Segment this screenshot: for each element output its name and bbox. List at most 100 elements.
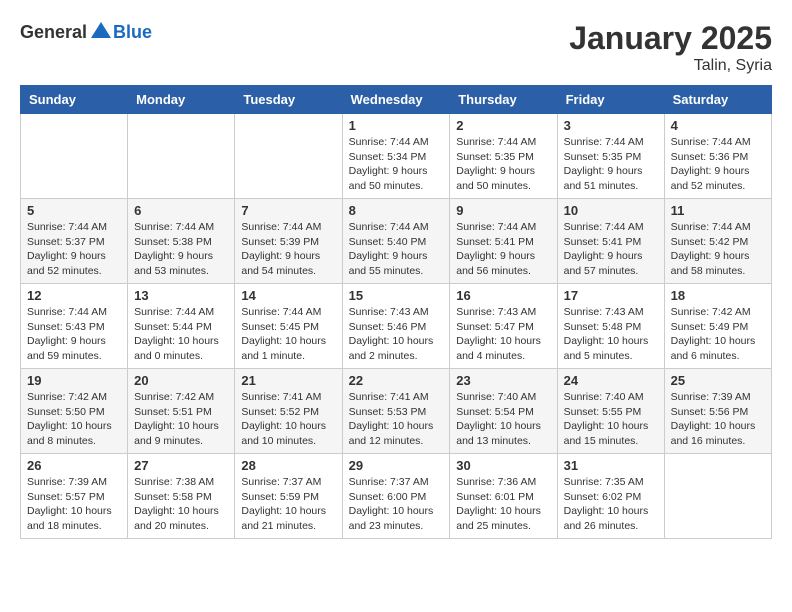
day-info: Sunrise: 7:41 AM Sunset: 5:53 PM Dayligh…: [349, 390, 444, 449]
day-info: Sunrise: 7:44 AM Sunset: 5:34 PM Dayligh…: [349, 135, 444, 194]
day-info: Sunrise: 7:44 AM Sunset: 5:35 PM Dayligh…: [564, 135, 658, 194]
calendar-cell: 23 Sunrise: 7:40 AM Sunset: 5:54 PM Dayli…: [450, 369, 557, 454]
day-number: 10: [564, 203, 658, 218]
day-number: 25: [671, 373, 765, 388]
calendar-cell: 1 Sunrise: 7:44 AM Sunset: 5:34 PM Daylig…: [342, 114, 450, 199]
week-row-4: 19Sunrise: 7:42 AM Sunset: 5:50 PM Dayli…: [21, 369, 772, 454]
calendar-cell: [235, 114, 342, 199]
day-number: 24: [564, 373, 658, 388]
weekday-header-monday: Monday: [128, 86, 235, 114]
calendar-table: SundayMondayTuesdayWednesdayThursdayFrid…: [20, 85, 772, 539]
calendar-cell: 27 Sunrise: 7:38 AM Sunset: 5:58 PM Dayli…: [128, 454, 235, 539]
weekday-header-sunday: Sunday: [21, 86, 128, 114]
calendar-cell: 30 Sunrise: 7:36 AM Sunset: 6:01 PM Dayli…: [450, 454, 557, 539]
day-number: 6: [134, 203, 228, 218]
calendar-cell: 7 Sunrise: 7:44 AM Sunset: 5:39 PM Daylig…: [235, 199, 342, 284]
calendar-cell: [21, 114, 128, 199]
logo-blue-text: Blue: [113, 22, 152, 43]
page-header: General Blue January 2025 Talin, Syria: [20, 20, 772, 75]
title-section: January 2025 Talin, Syria: [569, 20, 772, 75]
day-info: Sunrise: 7:42 AM Sunset: 5:51 PM Dayligh…: [134, 390, 228, 449]
location-title: Talin, Syria: [569, 57, 772, 75]
day-info: Sunrise: 7:38 AM Sunset: 5:58 PM Dayligh…: [134, 475, 228, 534]
weekday-header-tuesday: Tuesday: [235, 86, 342, 114]
calendar-cell: 5 Sunrise: 7:44 AM Sunset: 5:37 PM Daylig…: [21, 199, 128, 284]
logo-general-text: General: [20, 22, 87, 43]
day-info: Sunrise: 7:44 AM Sunset: 5:35 PM Dayligh…: [456, 135, 550, 194]
day-number: 31: [564, 458, 658, 473]
calendar-cell: [664, 454, 771, 539]
weekday-header-friday: Friday: [557, 86, 664, 114]
day-info: Sunrise: 7:35 AM Sunset: 6:02 PM Dayligh…: [564, 475, 658, 534]
calendar-cell: 12Sunrise: 7:44 AM Sunset: 5:43 PM Dayli…: [21, 284, 128, 369]
day-info: Sunrise: 7:40 AM Sunset: 5:54 PM Dayligh…: [456, 390, 550, 449]
day-number: 3: [564, 118, 658, 133]
day-info: Sunrise: 7:40 AM Sunset: 5:55 PM Dayligh…: [564, 390, 658, 449]
calendar-cell: [128, 114, 235, 199]
calendar-cell: 22 Sunrise: 7:41 AM Sunset: 5:53 PM Dayli…: [342, 369, 450, 454]
calendar-cell: 15 Sunrise: 7:43 AM Sunset: 5:46 PM Dayli…: [342, 284, 450, 369]
calendar-cell: 16 Sunrise: 7:43 AM Sunset: 5:47 PM Dayli…: [450, 284, 557, 369]
day-info: Sunrise: 7:44 AM Sunset: 5:38 PM Dayligh…: [134, 220, 228, 279]
day-number: 11: [671, 203, 765, 218]
logo: General Blue: [20, 20, 152, 44]
day-info: Sunrise: 7:43 AM Sunset: 5:46 PM Dayligh…: [349, 305, 444, 364]
day-number: 2: [456, 118, 550, 133]
day-number: 26: [27, 458, 121, 473]
day-number: 16: [456, 288, 550, 303]
day-info: Sunrise: 7:44 AM Sunset: 5:44 PM Dayligh…: [134, 305, 228, 364]
logo-icon: [89, 20, 113, 44]
calendar-cell: 2 Sunrise: 7:44 AM Sunset: 5:35 PM Daylig…: [450, 114, 557, 199]
day-info: Sunrise: 7:44 AM Sunset: 5:37 PM Dayligh…: [27, 220, 121, 279]
calendar-cell: 9 Sunrise: 7:44 AM Sunset: 5:41 PM Daylig…: [450, 199, 557, 284]
calendar-cell: 13 Sunrise: 7:44 AM Sunset: 5:44 PM Dayli…: [128, 284, 235, 369]
day-info: Sunrise: 7:43 AM Sunset: 5:48 PM Dayligh…: [564, 305, 658, 364]
calendar-cell: 17 Sunrise: 7:43 AM Sunset: 5:48 PM Dayli…: [557, 284, 664, 369]
calendar-cell: 11 Sunrise: 7:44 AM Sunset: 5:42 PM Dayli…: [664, 199, 771, 284]
weekday-header-row: SundayMondayTuesdayWednesdayThursdayFrid…: [21, 86, 772, 114]
calendar-cell: 10 Sunrise: 7:44 AM Sunset: 5:41 PM Dayli…: [557, 199, 664, 284]
calendar-cell: 21Sunrise: 7:41 AM Sunset: 5:52 PM Dayli…: [235, 369, 342, 454]
calendar-cell: 29Sunrise: 7:37 AM Sunset: 6:00 PM Dayli…: [342, 454, 450, 539]
calendar-cell: 19Sunrise: 7:42 AM Sunset: 5:50 PM Dayli…: [21, 369, 128, 454]
day-info: Sunrise: 7:44 AM Sunset: 5:41 PM Dayligh…: [564, 220, 658, 279]
day-number: 27: [134, 458, 228, 473]
day-number: 1: [349, 118, 444, 133]
day-info: Sunrise: 7:44 AM Sunset: 5:36 PM Dayligh…: [671, 135, 765, 194]
day-number: 14: [241, 288, 335, 303]
day-number: 13: [134, 288, 228, 303]
day-number: 9: [456, 203, 550, 218]
calendar-cell: 24 Sunrise: 7:40 AM Sunset: 5:55 PM Dayli…: [557, 369, 664, 454]
calendar-cell: 4 Sunrise: 7:44 AM Sunset: 5:36 PM Daylig…: [664, 114, 771, 199]
day-info: Sunrise: 7:44 AM Sunset: 5:41 PM Dayligh…: [456, 220, 550, 279]
weekday-header-saturday: Saturday: [664, 86, 771, 114]
calendar-cell: 31 Sunrise: 7:35 AM Sunset: 6:02 PM Dayli…: [557, 454, 664, 539]
day-number: 17: [564, 288, 658, 303]
calendar-cell: 3 Sunrise: 7:44 AM Sunset: 5:35 PM Daylig…: [557, 114, 664, 199]
calendar-cell: 18 Sunrise: 7:42 AM Sunset: 5:49 PM Dayli…: [664, 284, 771, 369]
calendar-cell: 6 Sunrise: 7:44 AM Sunset: 5:38 PM Daylig…: [128, 199, 235, 284]
day-number: 5: [27, 203, 121, 218]
day-number: 18: [671, 288, 765, 303]
day-number: 28: [241, 458, 335, 473]
day-number: 23: [456, 373, 550, 388]
day-info: Sunrise: 7:44 AM Sunset: 5:42 PM Dayligh…: [671, 220, 765, 279]
day-number: 22: [349, 373, 444, 388]
day-number: 7: [241, 203, 335, 218]
week-row-2: 5 Sunrise: 7:44 AM Sunset: 5:37 PM Daylig…: [21, 199, 772, 284]
day-info: Sunrise: 7:42 AM Sunset: 5:49 PM Dayligh…: [671, 305, 765, 364]
day-info: Sunrise: 7:44 AM Sunset: 5:39 PM Dayligh…: [241, 220, 335, 279]
day-info: Sunrise: 7:43 AM Sunset: 5:47 PM Dayligh…: [456, 305, 550, 364]
day-number: 29: [349, 458, 444, 473]
day-number: 21: [241, 373, 335, 388]
week-row-5: 26Sunrise: 7:39 AM Sunset: 5:57 PM Dayli…: [21, 454, 772, 539]
day-info: Sunrise: 7:36 AM Sunset: 6:01 PM Dayligh…: [456, 475, 550, 534]
day-number: 8: [349, 203, 444, 218]
calendar-cell: 14Sunrise: 7:44 AM Sunset: 5:45 PM Dayli…: [235, 284, 342, 369]
calendar-cell: 8Sunrise: 7:44 AM Sunset: 5:40 PM Daylig…: [342, 199, 450, 284]
calendar-cell: 26Sunrise: 7:39 AM Sunset: 5:57 PM Dayli…: [21, 454, 128, 539]
day-number: 4: [671, 118, 765, 133]
day-info: Sunrise: 7:42 AM Sunset: 5:50 PM Dayligh…: [27, 390, 121, 449]
day-number: 15: [349, 288, 444, 303]
day-number: 30: [456, 458, 550, 473]
